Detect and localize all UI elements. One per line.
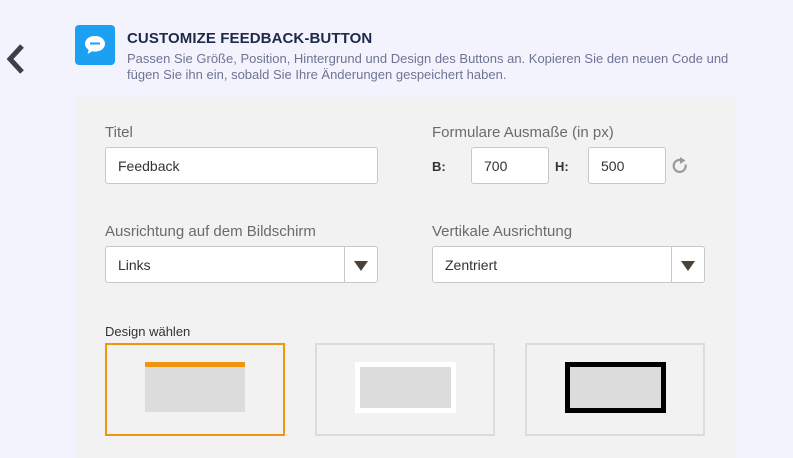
chat-bubble-icon (75, 25, 115, 65)
design-option-top-bar[interactable] (105, 343, 285, 436)
design-preview-white-frame (355, 362, 456, 413)
chevron-left-icon (6, 44, 24, 74)
back-button[interactable] (4, 42, 28, 76)
design-option-black-frame[interactable] (525, 343, 705, 436)
settings-panel: Titel Formulare Ausmaße (in px) B: H: Au… (75, 97, 735, 458)
page-description: Passen Sie Größe, Position, Hintergrund … (127, 51, 729, 82)
title-input[interactable] (105, 147, 378, 184)
design-preview-black-frame (565, 362, 666, 413)
vertical-alignment-select[interactable]: Zentriert (432, 246, 705, 283)
select-divider (671, 247, 672, 282)
refresh-icon[interactable] (670, 156, 690, 176)
dimensions-label: Formulare Ausmaße (in px) (432, 124, 614, 141)
design-label: Design wählen (105, 324, 191, 339)
screen-alignment-select[interactable]: Links (105, 246, 378, 283)
height-input[interactable] (588, 147, 666, 184)
width-input[interactable] (471, 147, 549, 184)
vertical-alignment-value: Zentriert (445, 257, 498, 273)
chevron-down-icon (354, 261, 368, 271)
select-divider (344, 247, 345, 282)
page-title: CUSTOMIZE FEEDBACK-BUTTON (127, 30, 373, 47)
height-label: H: (555, 159, 569, 174)
width-label: B: (432, 159, 446, 174)
design-option-white-frame[interactable] (315, 343, 495, 436)
design-preview-top-bar (145, 362, 245, 412)
screen-alignment-label: Ausrichtung auf dem Bildschirm (105, 223, 316, 240)
chevron-down-icon (681, 261, 695, 271)
vertical-alignment-label: Vertikale Ausrichtung (432, 223, 573, 240)
title-label: Titel (105, 124, 133, 141)
screen-alignment-value: Links (118, 257, 151, 273)
